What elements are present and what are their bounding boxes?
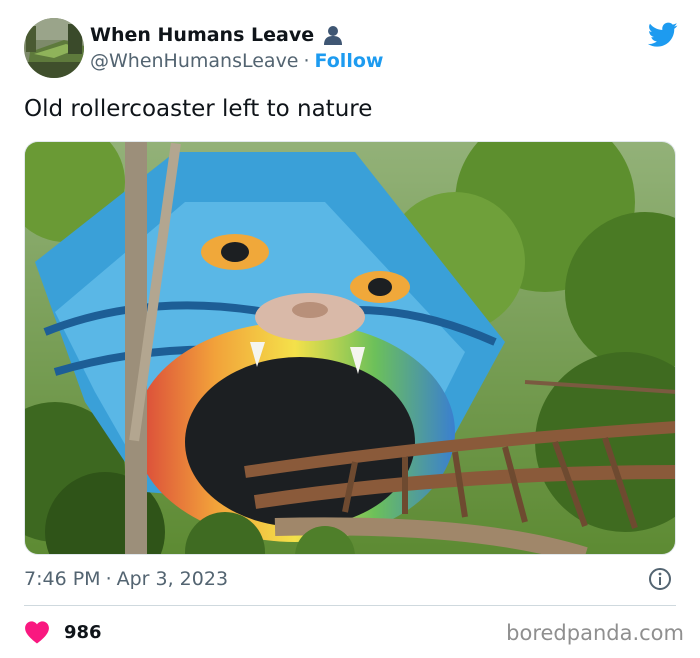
like-count[interactable]: 986	[64, 622, 102, 643]
avatar[interactable]	[24, 18, 84, 78]
separator-dot: ·	[303, 50, 310, 72]
handle-row: @WhenHumansLeave · Follow	[90, 50, 383, 72]
tweet-time[interactable]: 7:46 PM	[24, 568, 101, 590]
tweet-header: When Humans Leave @WhenHumansLeave · Fol…	[24, 18, 684, 80]
twitter-bird-icon[interactable]	[647, 22, 678, 48]
display-name[interactable]: When Humans Leave	[90, 24, 314, 46]
separator-dot: ·	[105, 568, 112, 590]
divider	[24, 605, 676, 606]
likes-row: 986	[24, 618, 102, 646]
heart-icon[interactable]	[24, 620, 50, 644]
tweet-date[interactable]: Apr 3, 2023	[117, 568, 228, 590]
person-icon	[322, 24, 344, 46]
handle[interactable]: @WhenHumansLeave	[90, 50, 299, 72]
user-block: When Humans Leave @WhenHumansLeave · Fol…	[90, 22, 383, 72]
display-name-row: When Humans Leave	[90, 22, 383, 48]
watermark: boredpanda.com	[506, 621, 684, 645]
tweet-text: Old rollercoaster left to nature	[24, 96, 373, 122]
follow-button[interactable]: Follow	[315, 50, 384, 72]
tweet-media-image[interactable]	[24, 141, 676, 555]
timestamp-row: 7:46 PM · Apr 3, 2023	[24, 566, 676, 592]
info-icon[interactable]	[648, 567, 672, 591]
